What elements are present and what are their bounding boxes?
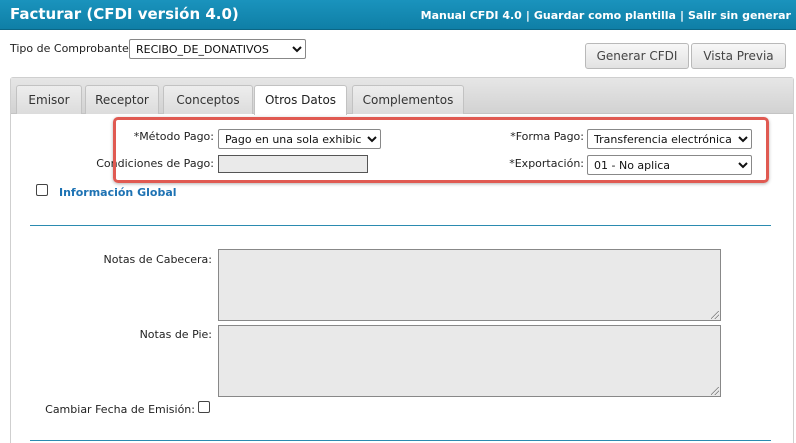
condiciones-pago-input[interactable]: [218, 155, 368, 173]
cambiar-fecha-label: Cambiar Fecha de Emisión:: [45, 403, 195, 416]
resize-grip-icon[interactable]: [711, 387, 719, 395]
forma-pago-label: *Forma Pago:: [510, 130, 584, 143]
page-title: Facturar (CFDI versión 4.0): [10, 5, 239, 23]
notas-cabecera-textarea[interactable]: [218, 249, 721, 321]
exportacion-label: *Exportación:: [509, 157, 584, 170]
tipo-comprobante-label: Tipo de Comprobante:: [10, 42, 133, 55]
vista-previa-button[interactable]: Vista Previa: [691, 43, 786, 69]
tab-conceptos[interactable]: Conceptos: [163, 85, 253, 114]
section-divider: [30, 440, 771, 441]
exit-link[interactable]: Salir sin generar: [688, 9, 791, 22]
notas-pie-textarea[interactable]: [218, 325, 721, 397]
exportacion-select[interactable]: 01 - No aplica: [587, 155, 752, 175]
metodo-pago-label: *Método Pago:: [133, 130, 214, 143]
informacion-global-checkbox[interactable]: [36, 184, 48, 196]
generar-cfdi-button[interactable]: Generar CFDI: [585, 43, 689, 69]
cambiar-fecha-checkbox[interactable]: [198, 401, 210, 413]
forma-pago-select[interactable]: Transferencia electrónica de fondos: [587, 129, 752, 149]
link-separator: |: [679, 9, 684, 22]
notas-cabecera-label: Notas de Cabecera:: [103, 253, 212, 266]
tab-complementos[interactable]: Complementos: [352, 85, 464, 114]
metodo-pago-select[interactable]: Pago en una sola exhibición: [218, 129, 381, 149]
header-links: Manual CFDI 4.0 | Guardar como plantilla…: [421, 9, 791, 22]
tab-bar: Emisor Receptor Conceptos Otros Datos Co…: [11, 78, 793, 115]
tab-receptor[interactable]: Receptor: [85, 85, 159, 114]
condiciones-pago-label: Condiciones de Pago:: [96, 157, 214, 170]
notas-pie-label: Notas de Pie:: [139, 328, 212, 341]
section-divider: [30, 225, 771, 226]
tab-emisor[interactable]: Emisor: [16, 85, 82, 114]
save-template-link[interactable]: Guardar como plantilla: [534, 9, 676, 22]
tipo-comprobante-select[interactable]: RECIBO_DE_DONATIVOS: [129, 39, 306, 59]
informacion-global-link[interactable]: Información Global: [59, 186, 177, 199]
link-separator: |: [525, 9, 530, 22]
resize-grip-icon[interactable]: [711, 311, 719, 319]
manual-link[interactable]: Manual CFDI 4.0: [421, 9, 522, 22]
app-header: Facturar (CFDI versión 4.0) Manual CFDI …: [0, 0, 796, 30]
tab-otros-datos[interactable]: Otros Datos: [254, 85, 347, 115]
